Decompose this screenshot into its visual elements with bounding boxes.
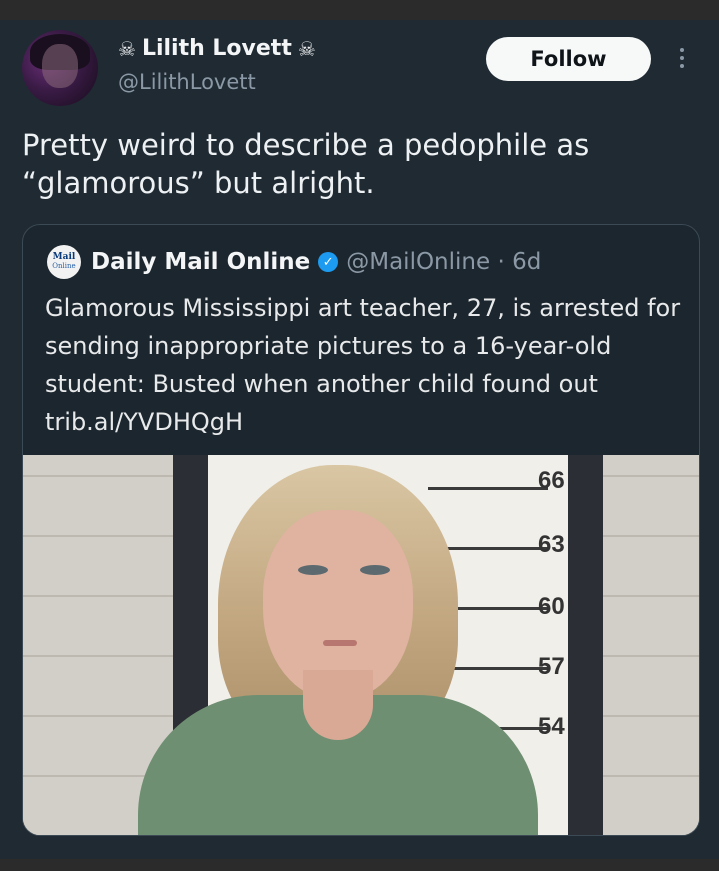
quoted-meta: @MailOnline · 6d [346,249,542,275]
verified-badge-icon: ✓ [318,252,339,272]
person-eye [298,565,328,575]
avatar-face [42,44,78,88]
quoted-account-name[interactable]: Daily Mail Online [91,249,310,275]
tweet-text: Pretty weird to describe a pedophile as … [22,128,590,200]
more-options-icon[interactable] [676,44,688,74]
quoted-text: Glamorous Mississippi art teacher, 27, i… [45,294,681,436]
quoted-header: Daily Mail Online ✓ @MailOnline · 6d [91,249,541,275]
display-name-row[interactable]: ☠ Lilith Lovett ☠ [118,36,316,61]
user-handle[interactable]: @LilithLovett [118,70,256,94]
quoted-tweet[interactable]: Mail Online Daily Mail Online ✓ @MailOnl… [22,224,700,836]
mugshot-image[interactable]: 66 63 60 57 54 60 [23,455,699,835]
logo-bottom-text: Online [52,262,76,270]
display-name: Lilith Lovett [141,36,292,61]
skull-icon: ☠ [297,36,316,61]
logo-top-text: Mail [52,252,76,262]
person-neck [303,670,373,740]
person-eye [360,565,390,575]
daily-mail-logo-icon: Mail Online [47,245,81,279]
follow-button[interactable]: Follow [486,37,651,81]
avatar[interactable] [22,30,98,106]
person [128,455,548,835]
status-bar [0,0,719,20]
bottom-bar [0,859,719,871]
skull-icon: ☠ [118,36,136,61]
person-mouth [323,640,357,646]
